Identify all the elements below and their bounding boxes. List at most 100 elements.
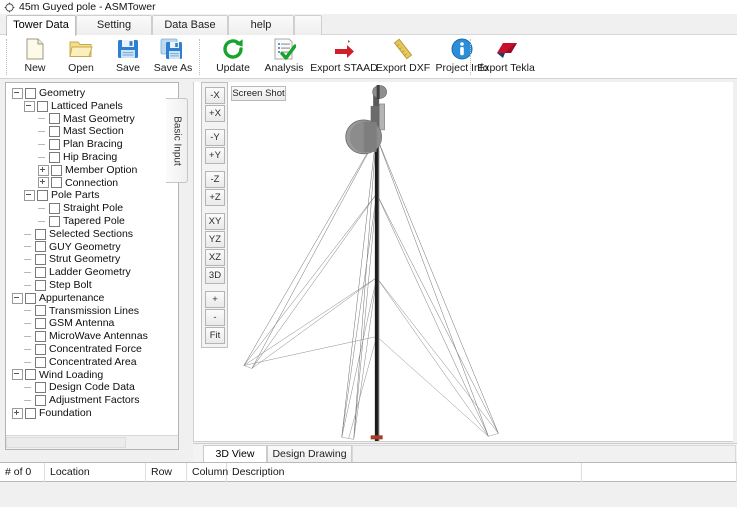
update-button[interactable]: Update bbox=[208, 36, 258, 78]
collapse-minus-icon[interactable] bbox=[12, 369, 23, 381]
tree-item-checkbox[interactable] bbox=[35, 305, 46, 317]
analysis-button[interactable]: Analysis bbox=[258, 36, 310, 78]
view-3d-button[interactable]: 3D bbox=[205, 267, 225, 284]
side-tab-basic-input[interactable]: Basic Input bbox=[166, 98, 188, 183]
export-staad-button[interactable]: Export STAAD bbox=[310, 36, 378, 78]
view-minus-y-button[interactable]: -Y bbox=[205, 129, 225, 146]
export-tekla-button[interactable]: Export Tekla bbox=[474, 36, 538, 78]
view-minus-z-button[interactable]: -Z bbox=[205, 171, 225, 188]
tree-item[interactable]: GUY Geometry bbox=[6, 241, 178, 254]
expand-plus-icon[interactable] bbox=[38, 164, 49, 176]
tree-item-checkbox[interactable] bbox=[35, 254, 46, 266]
collapse-minus-icon[interactable] bbox=[24, 100, 35, 112]
tree-item-checkbox[interactable] bbox=[51, 164, 62, 176]
tab-data-base[interactable]: Data Base bbox=[152, 15, 228, 35]
view-xy-button[interactable]: XY bbox=[205, 213, 225, 230]
tree-item[interactable]: Concentrated Area bbox=[6, 356, 178, 369]
tree-item[interactable]: MicroWave Antennas bbox=[6, 330, 178, 343]
tree-item[interactable]: Selected Sections bbox=[6, 228, 178, 241]
tree-item[interactable]: Hip Bracing bbox=[6, 151, 178, 164]
tree-item[interactable]: Latticed Panels bbox=[6, 100, 178, 113]
tree-item[interactable]: Pole Parts bbox=[6, 189, 178, 202]
tree-item-checkbox[interactable] bbox=[35, 267, 46, 279]
zoom-fit-button[interactable]: Fit bbox=[205, 327, 225, 344]
tree-item-checkbox[interactable] bbox=[49, 113, 60, 125]
tree-item-checkbox[interactable] bbox=[35, 356, 46, 368]
tree-item[interactable]: Ladder Geometry bbox=[6, 266, 178, 279]
tree-leaf-connector-icon bbox=[24, 242, 33, 251]
tree-item-checkbox[interactable] bbox=[25, 292, 36, 304]
tree-item[interactable]: Wind Loading bbox=[6, 369, 178, 382]
model-viewport-3d[interactable] bbox=[193, 82, 733, 442]
tree-item-checkbox[interactable] bbox=[25, 87, 36, 99]
floppy-save-icon bbox=[116, 36, 140, 61]
new-button[interactable]: New bbox=[12, 36, 58, 78]
expand-plus-icon[interactable] bbox=[12, 407, 23, 419]
tree-item[interactable]: Straight Pole bbox=[6, 202, 178, 215]
view-plus-y-button[interactable]: +Y bbox=[205, 147, 225, 164]
tree-item-checkbox[interactable] bbox=[35, 228, 46, 240]
view-plus-x-button[interactable]: +X bbox=[205, 105, 225, 122]
tree-item-checkbox[interactable] bbox=[51, 177, 62, 189]
tree-item[interactable]: Mast Section bbox=[6, 125, 178, 138]
tab-help[interactable]: help bbox=[228, 15, 294, 35]
save-button-label: Save bbox=[116, 62, 140, 74]
zoom-in-button[interactable]: + bbox=[205, 291, 225, 308]
tree-item-checkbox[interactable] bbox=[37, 100, 48, 112]
save-button[interactable]: Save bbox=[105, 36, 151, 78]
save-as-button[interactable]: Save As bbox=[148, 36, 198, 78]
view-xz-button[interactable]: XZ bbox=[205, 249, 225, 266]
tree-item-checkbox[interactable] bbox=[49, 215, 60, 227]
screen-shot-button[interactable]: Screen Shot bbox=[231, 86, 286, 101]
tree-leaf-connector-icon bbox=[38, 204, 47, 213]
view-yz-button[interactable]: YZ bbox=[205, 231, 225, 248]
tree-item-checkbox[interactable] bbox=[49, 151, 60, 163]
tab-setting[interactable]: Setting bbox=[76, 15, 152, 35]
tree-item[interactable]: Design Code Data bbox=[6, 381, 178, 394]
tree-item[interactable]: Appurtenance bbox=[6, 292, 178, 305]
tree-item-checkbox[interactable] bbox=[35, 318, 46, 330]
scrollbar-thumb[interactable] bbox=[6, 437, 126, 448]
tree-item-checkbox[interactable] bbox=[35, 279, 46, 291]
tree-item-checkbox[interactable] bbox=[35, 395, 46, 407]
collapse-minus-icon[interactable] bbox=[12, 87, 23, 99]
tree-item-checkbox[interactable] bbox=[25, 407, 36, 419]
tree-item[interactable]: Foundation bbox=[6, 407, 178, 420]
view-plus-z-button[interactable]: +Z bbox=[205, 189, 225, 206]
tree-item-checkbox[interactable] bbox=[49, 126, 60, 138]
tree-item[interactable]: Member Option bbox=[6, 164, 178, 177]
export-dxf-button[interactable]: Export DXF bbox=[374, 36, 432, 78]
tree-item[interactable]: Mast Geometry bbox=[6, 113, 178, 126]
tree-item-checkbox[interactable] bbox=[35, 382, 46, 394]
tree-item-checkbox[interactable] bbox=[35, 331, 46, 343]
tree-item-checkbox[interactable] bbox=[49, 139, 60, 151]
open-button[interactable]: Open bbox=[58, 36, 104, 78]
expand-plus-icon[interactable] bbox=[38, 177, 49, 189]
tree-item-checkbox[interactable] bbox=[37, 190, 48, 202]
tab-3d-view[interactable]: 3D View bbox=[203, 445, 267, 463]
view-minus-x-button[interactable]: -X bbox=[205, 87, 225, 104]
tree-horizontal-scrollbar[interactable] bbox=[6, 435, 178, 449]
tree-item-checkbox[interactable] bbox=[25, 369, 36, 381]
tree-item[interactable]: Adjustment Factors bbox=[6, 394, 178, 407]
zoom-out-button[interactable]: - bbox=[205, 309, 225, 326]
tree-item[interactable]: GSM Antenna bbox=[6, 317, 178, 330]
tree-item-checkbox[interactable] bbox=[35, 343, 46, 355]
tree-item[interactable]: Tapered Pole bbox=[6, 215, 178, 228]
tree-item[interactable]: Strut Geometry bbox=[6, 253, 178, 266]
tree-item[interactable]: Concentrated Force bbox=[6, 343, 178, 356]
tree-item[interactable]: Plan Bracing bbox=[6, 138, 178, 151]
tree-item[interactable]: Step Bolt bbox=[6, 279, 178, 292]
tab-design-drawing[interactable]: Design Drawing bbox=[267, 445, 352, 463]
tree-item[interactable]: Transmission Lines bbox=[6, 305, 178, 318]
tab-overflow[interactable] bbox=[294, 15, 322, 35]
tab-tower-data[interactable]: Tower Data bbox=[6, 15, 76, 36]
tree-item[interactable]: Connection bbox=[6, 177, 178, 190]
collapse-minus-icon[interactable] bbox=[12, 292, 23, 304]
tree-item-checkbox[interactable] bbox=[35, 241, 46, 253]
tree-item[interactable]: Geometry bbox=[6, 87, 178, 100]
tree-item-checkbox[interactable] bbox=[49, 203, 60, 215]
navigation-tree[interactable]: Geometry Latticed Panels Mast Geometry Mast… bbox=[6, 83, 178, 435]
collapse-minus-icon[interactable] bbox=[24, 190, 35, 202]
tree-item-label: GSM Antenna bbox=[49, 317, 115, 330]
